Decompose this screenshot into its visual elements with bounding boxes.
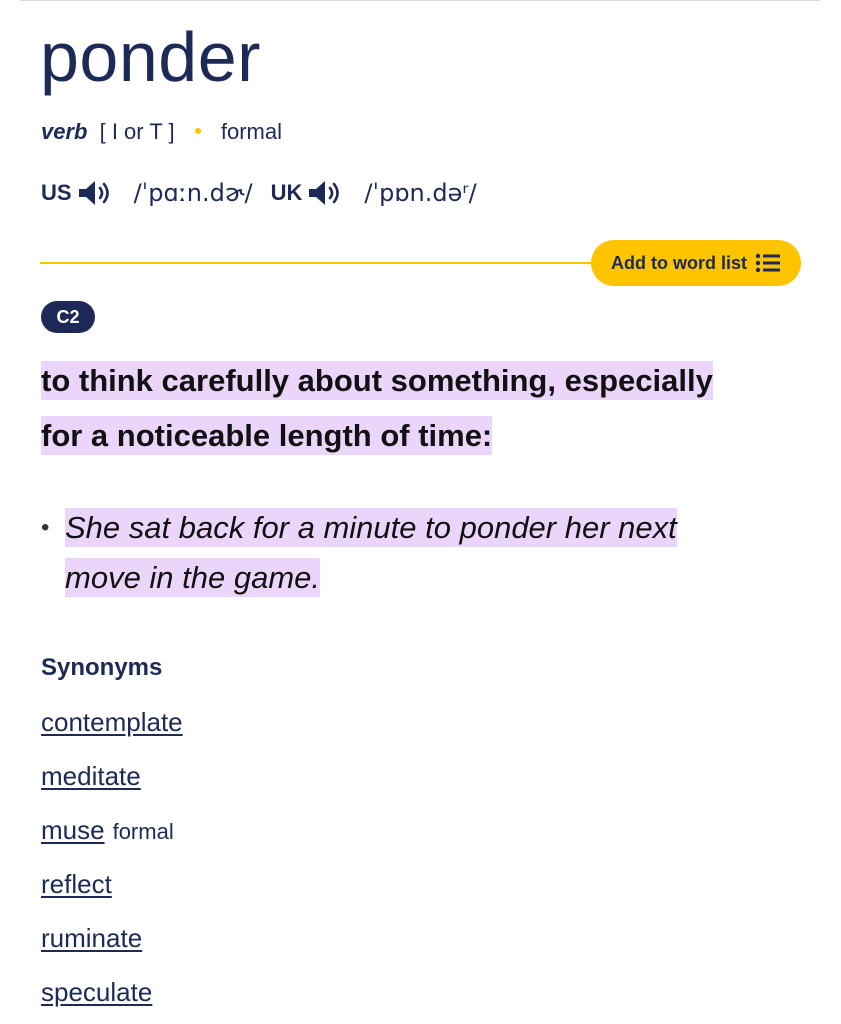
us-region-label: US <box>41 180 72 205</box>
synonym-item: speculate <box>41 970 183 1024</box>
synonym-link-meditate[interactable]: meditate <box>41 761 141 791</box>
top-divider <box>20 0 820 1</box>
add-to-word-list-label: Add to word list <box>611 252 747 273</box>
example-sentence: • She sat back for a minute to ponder he… <box>41 503 761 603</box>
headword: ponder <box>40 18 261 96</box>
definition-line-2: for a noticeable length of time: <box>41 416 493 455</box>
synonyms-list: contemplate meditate muse formal reflect … <box>41 700 183 1024</box>
grammar-line: verb [ I or T ] formal <box>41 118 282 146</box>
synonym-link-contemplate[interactable]: contemplate <box>41 707 183 737</box>
section-divider <box>40 262 600 264</box>
definition-line-1: to think carefully about something, espe… <box>41 361 713 400</box>
uk-speaker-icon[interactable] <box>306 178 346 208</box>
add-to-word-list-button[interactable]: Add to word list <box>591 240 801 286</box>
synonym-item: reflect <box>41 862 183 916</box>
separator-dot <box>194 128 201 135</box>
part-of-speech: verb <box>41 119 88 144</box>
synonym-link-reflect[interactable]: reflect <box>41 869 112 899</box>
synonym-item: muse formal <box>41 808 183 862</box>
synonym-link-ruminate[interactable]: ruminate <box>41 923 142 953</box>
example-bullet: • <box>41 514 50 541</box>
cefr-level-badge: C2 <box>41 301 95 333</box>
uk-region-label: UK <box>270 180 303 205</box>
synonym-link-speculate[interactable]: speculate <box>41 977 152 1007</box>
pronunciation-line: US /ˈpɑːn.dɚ/ UK /ˈpɒn.dəʳ/ <box>41 176 495 210</box>
synonym-item: ruminate <box>41 916 183 970</box>
synonym-item: contemplate <box>41 700 183 754</box>
grammar-code: [ I or T ] <box>99 119 175 144</box>
example-line-1: She sat back for a minute to ponder her … <box>65 508 677 547</box>
us-speaker-icon[interactable] <box>76 178 116 208</box>
uk-ipa: /ˈpɒn.dəʳ/ <box>364 179 477 207</box>
synonyms-heading: Synonyms <box>41 654 163 681</box>
us-ipa: /ˈpɑːn.dɚ/ <box>133 179 253 207</box>
example-line-2: move in the game. <box>65 558 321 597</box>
synonym-link-muse[interactable]: muse <box>41 815 105 845</box>
synonym-register-note: formal <box>112 819 174 844</box>
dictionary-entry-page: ponder verb [ I or T ] formal US /ˈpɑːn.… <box>0 0 841 1024</box>
synonym-item: meditate <box>41 754 183 808</box>
definition: to think carefully about something, espe… <box>41 353 811 463</box>
register-label: formal <box>220 119 282 144</box>
list-icon <box>755 253 780 273</box>
